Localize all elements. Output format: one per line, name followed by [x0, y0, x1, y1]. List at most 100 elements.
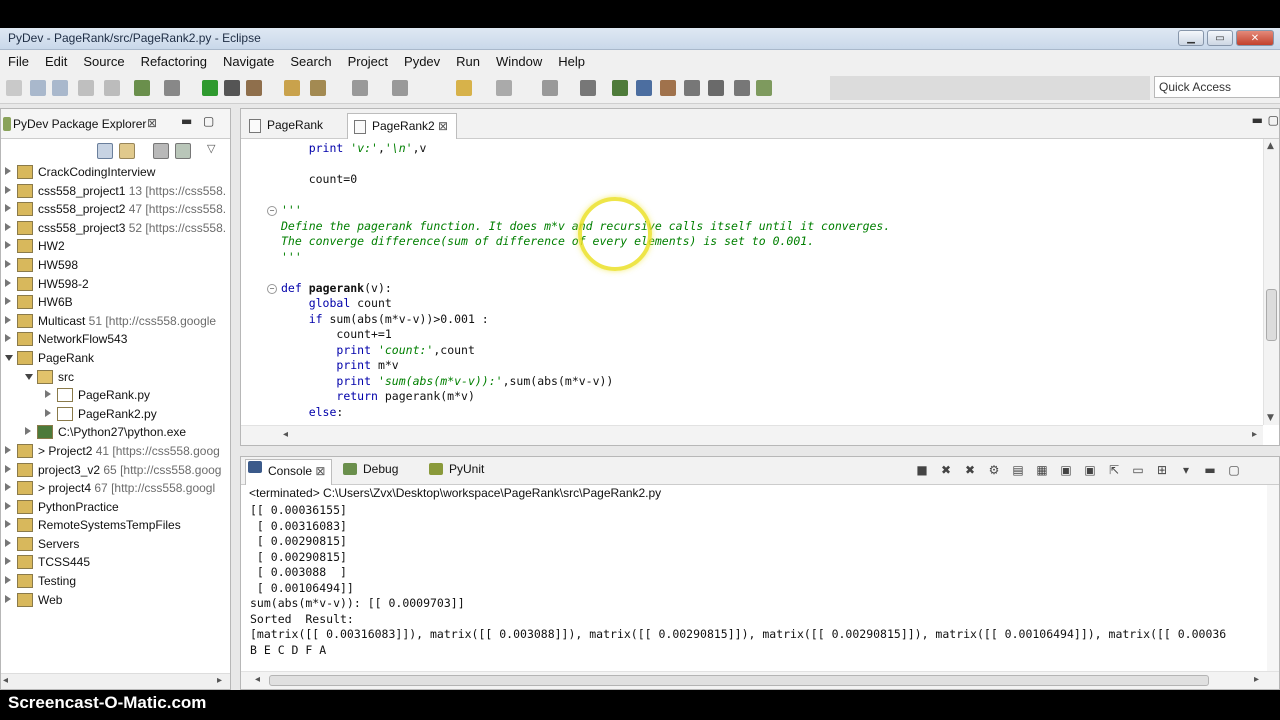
tree-item[interactable]: Servers	[1, 535, 230, 554]
tree-item[interactable]: HW598-2	[1, 275, 230, 294]
scroll-lock-icon[interactable]: ▦	[1033, 462, 1051, 478]
expanded-arrow-icon[interactable]	[5, 354, 13, 365]
tree-item[interactable]: HW6B	[1, 293, 230, 312]
open-type-icon[interactable]	[284, 80, 300, 96]
minimize-view-icon[interactable]: ▬	[181, 114, 192, 128]
collapsed-arrow-icon[interactable]	[5, 445, 11, 454]
explorer-horizontal-scrollbar[interactable]: ◂ ▸	[1, 673, 230, 689]
tree-item[interactable]: > project4 67 [http://css558.googl	[1, 479, 230, 498]
pydev-console-icon[interactable]: ⚙	[985, 462, 1003, 478]
print-icon[interactable]	[78, 80, 94, 96]
debug-icon[interactable]	[134, 80, 150, 96]
close-button[interactable]: ✕	[1236, 30, 1274, 46]
collapsed-arrow-icon[interactable]	[5, 185, 11, 194]
tree-item[interactable]: css558_project3 52 [https://css558.	[1, 219, 230, 238]
link-with-editor-icon[interactable]	[119, 143, 135, 159]
collapsed-arrow-icon[interactable]	[5, 315, 11, 324]
terminate-icon[interactable]: ■	[913, 462, 931, 478]
scroll-left-icon[interactable]: ◂	[255, 674, 260, 685]
scroll-right-icon[interactable]: ▸	[217, 675, 222, 686]
menu-window[interactable]: Window	[488, 54, 550, 69]
editor-minimize-icon[interactable]: ▬	[1252, 113, 1263, 127]
console-tab-debug[interactable]: Debug	[341, 462, 398, 476]
menu-edit[interactable]: Edit	[37, 54, 75, 69]
run-dropdown-icon[interactable]	[224, 80, 240, 96]
search-icon[interactable]	[310, 80, 326, 96]
run-icon[interactable]	[202, 80, 218, 96]
tree-item[interactable]: HW598	[1, 256, 230, 275]
close-tab-icon[interactable]: ⊠	[312, 464, 325, 478]
show-on-output-icon[interactable]: ▣	[1081, 462, 1099, 478]
editor-scroll-thumb[interactable]	[1266, 289, 1277, 341]
menu-search[interactable]: Search	[282, 54, 339, 69]
pin-icon[interactable]	[542, 80, 558, 96]
menu-source[interactable]: Source	[75, 54, 132, 69]
package-explorer-tab[interactable]: PyDev Package Explorer ⊠ ▬ ▢	[1, 109, 230, 139]
close-tab-icon[interactable]: ⊠	[435, 119, 448, 133]
filter-icon[interactable]	[153, 143, 169, 159]
menu-file[interactable]: File	[0, 54, 37, 69]
clear-console-icon[interactable]: ▤	[1009, 462, 1027, 478]
word-wrap-icon[interactable]: ▣	[1057, 462, 1075, 478]
view-menu-icon[interactable]: ▽	[207, 142, 215, 155]
console-maximize-icon[interactable]: ▢	[1225, 462, 1243, 478]
editor-maximize-icon[interactable]: ▢	[1268, 113, 1279, 127]
perspective-icon[interactable]	[580, 80, 596, 96]
menu-navigate[interactable]: Navigate	[215, 54, 282, 69]
new-icon[interactable]	[6, 80, 22, 96]
collapsed-arrow-icon[interactable]	[5, 594, 11, 603]
tree-item[interactable]: PageRank	[1, 349, 230, 368]
remove-all-terminated-icon[interactable]: ✖	[961, 462, 979, 478]
scroll-left-icon[interactable]: ◂	[3, 675, 8, 686]
tree-item[interactable]: CrackCodingInterview	[1, 163, 230, 182]
expanded-arrow-icon[interactable]	[25, 373, 33, 384]
minimize-button[interactable]: ▁	[1178, 30, 1204, 46]
tree-item[interactable]: PageRank2.py	[1, 405, 230, 424]
collapsed-arrow-icon[interactable]	[25, 427, 31, 436]
debug-perspective-icon[interactable]	[708, 80, 724, 96]
tree-item[interactable]: PythonPractice	[1, 498, 230, 517]
menu-refactoring[interactable]: Refactoring	[133, 54, 215, 69]
collapsed-arrow-icon[interactable]	[5, 576, 11, 585]
editor-tab-pagerank2[interactable]: PageRank2 ⊠	[347, 113, 458, 139]
java-icon[interactable]	[660, 80, 676, 96]
tree-item[interactable]: NetworkFlow543	[1, 330, 230, 349]
save-icon[interactable]	[30, 80, 46, 96]
console-horizontal-scrollbar[interactable]: ◂ ▸	[241, 671, 1279, 689]
tree-item[interactable]: Testing	[1, 572, 230, 591]
fold-toggle-icon[interactable]: −	[267, 206, 277, 216]
settings-icon[interactable]	[164, 80, 180, 96]
quick-access-input[interactable]: Quick Access	[1154, 76, 1280, 98]
git-icon[interactable]	[734, 80, 750, 96]
sort-icon[interactable]	[175, 143, 191, 159]
console-tab-pyunit[interactable]: PyUnit	[427, 462, 484, 476]
forward-icon[interactable]	[496, 80, 512, 96]
tree-item[interactable]: project3_v2 65 [http://css558.goog	[1, 461, 230, 480]
tree-item[interactable]: css558_project2 47 [https://css558.	[1, 200, 230, 219]
scroll-left-icon[interactable]: ◂	[283, 429, 288, 440]
collapsed-arrow-icon[interactable]	[5, 297, 11, 306]
console-scroll-thumb[interactable]	[269, 675, 1209, 686]
scroll-right-icon[interactable]: ▸	[1254, 674, 1259, 685]
annotation-icon[interactable]	[352, 80, 368, 96]
tree-item[interactable]: PageRank.py	[1, 386, 230, 405]
back-icon[interactable]	[456, 80, 472, 96]
remove-launch-icon[interactable]: ✖	[937, 462, 955, 478]
tree-item[interactable]: > Project2 41 [https://css558.goog	[1, 442, 230, 461]
collapsed-arrow-icon[interactable]	[5, 334, 11, 343]
collapsed-arrow-icon[interactable]	[5, 204, 11, 213]
menu-help[interactable]: Help	[550, 54, 593, 69]
collapsed-arrow-icon[interactable]	[5, 483, 11, 492]
pydev-perspective-icon[interactable]	[612, 80, 628, 96]
menu-project[interactable]: Project	[340, 54, 396, 69]
maximize-view-icon[interactable]: ▢	[203, 114, 214, 128]
collapsed-arrow-icon[interactable]	[45, 390, 51, 399]
collapsed-arrow-icon[interactable]	[5, 501, 11, 510]
code-area[interactable]: print 'v:','\n',v count=0 ''' − Define the …	[241, 139, 1261, 425]
collapsed-arrow-icon[interactable]	[45, 408, 51, 417]
close-view-icon[interactable]: ⊠	[147, 116, 157, 130]
collapsed-arrow-icon[interactable]	[5, 259, 11, 268]
console-tab-console[interactable]: Console ⊠	[245, 459, 333, 485]
scroll-up-icon[interactable]: ▲	[1267, 141, 1274, 151]
properties-icon[interactable]	[104, 80, 120, 96]
